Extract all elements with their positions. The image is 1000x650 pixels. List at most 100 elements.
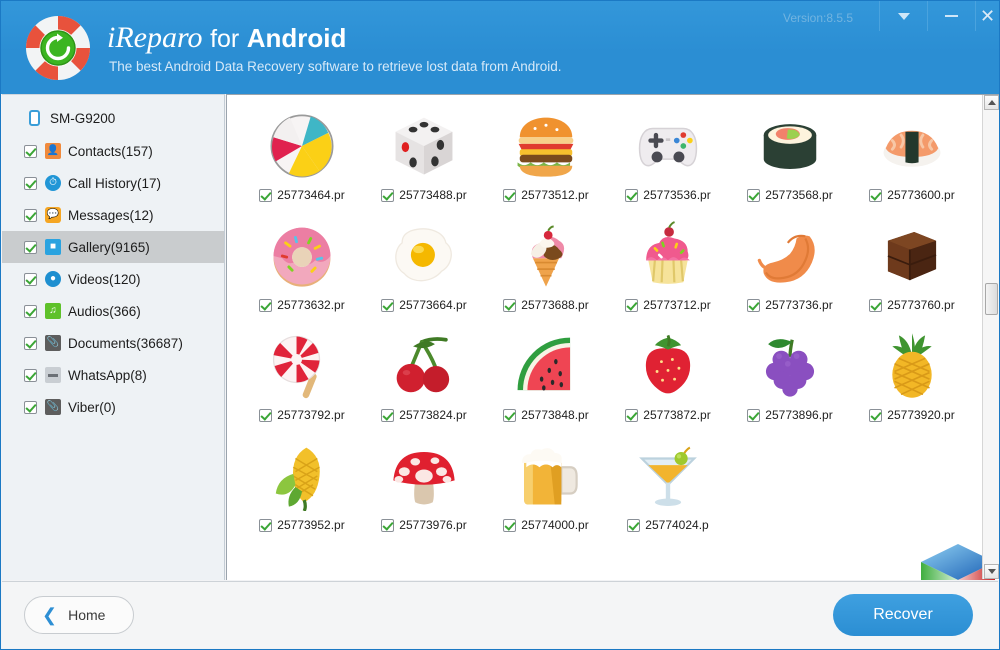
file-cell[interactable]: 25773512.pr <box>485 103 607 213</box>
video-icon: ● <box>45 271 61 287</box>
file-cell[interactable]: 25773976.pr <box>363 433 485 543</box>
watermelon-icon[interactable] <box>508 328 584 404</box>
file-checkbox[interactable] <box>503 518 517 532</box>
recover-button[interactable]: Recover <box>833 594 973 636</box>
file-checkbox[interactable] <box>869 188 883 202</box>
cocktail-icon[interactable] <box>630 438 706 514</box>
file-checkbox[interactable] <box>503 298 517 312</box>
file-cell[interactable]: 25773600.pr <box>851 103 973 213</box>
file-checkbox[interactable] <box>503 188 517 202</box>
dice-icon[interactable] <box>386 108 462 184</box>
file-checkbox[interactable] <box>627 518 641 532</box>
file-checkbox[interactable] <box>625 188 639 202</box>
file-cell[interactable]: 25773736.pr <box>729 213 851 323</box>
cherries-icon[interactable] <box>386 328 462 404</box>
vertical-scrollbar[interactable] <box>982 95 999 579</box>
file-cell[interactable]: 25773920.pr <box>851 323 973 433</box>
sidebar-item-device[interactable]: SM-G9200 <box>2 101 224 135</box>
checkbox-viber[interactable] <box>24 400 37 414</box>
file-name-label: 25774000.pr <box>521 518 589 532</box>
hamburger-icon[interactable] <box>508 108 584 184</box>
sidebar-item-audios[interactable]: ♫ Audios(366) <box>2 295 224 327</box>
sidebar-item-whatsapp[interactable]: ▬ WhatsApp(8) <box>2 359 224 391</box>
pineapple-icon[interactable] <box>874 328 950 404</box>
file-checkbox[interactable] <box>747 298 761 312</box>
sidebar-item-gallery[interactable]: ■ Gallery(9165) <box>2 231 224 263</box>
file-cell[interactable]: 25773488.pr <box>363 103 485 213</box>
chevron-down-icon[interactable] <box>879 1 927 31</box>
sushi-nigiri-icon[interactable] <box>874 108 950 184</box>
cupcake-icon[interactable] <box>630 218 706 294</box>
file-checkbox[interactable] <box>625 298 639 312</box>
file-cell[interactable]: 25773872.pr <box>607 323 729 433</box>
checkbox-messages[interactable] <box>24 208 37 222</box>
shrimp-icon[interactable] <box>752 218 828 294</box>
checkbox-videos[interactable] <box>24 272 37 286</box>
sidebar-item-call-history[interactable]: ⏱ Call History(17) <box>2 167 224 199</box>
checkbox-documents[interactable] <box>24 336 37 350</box>
file-checkbox[interactable] <box>381 298 395 312</box>
home-button[interactable]: ❮ Home <box>24 596 134 634</box>
file-cell[interactable]: 25774024.p <box>607 433 729 543</box>
file-checkbox[interactable] <box>381 188 395 202</box>
donut-icon[interactable] <box>264 218 340 294</box>
file-checkbox[interactable] <box>381 408 395 422</box>
beach-ball-icon[interactable] <box>264 108 340 184</box>
mushroom-icon[interactable] <box>386 438 462 514</box>
sidebar-item-contacts[interactable]: 👤 Contacts(157) <box>2 135 224 167</box>
sidebar-item-viber[interactable]: 📎 Viber(0) <box>2 391 224 423</box>
file-checkbox[interactable] <box>381 518 395 532</box>
file-name-label: 25773632.pr <box>277 298 345 312</box>
file-cell[interactable]: 25773536.pr <box>607 103 729 213</box>
file-checkbox[interactable] <box>259 188 273 202</box>
file-checkbox[interactable] <box>747 408 761 422</box>
close-icon[interactable]: ✕ <box>975 1 999 31</box>
file-cell[interactable]: 25773824.pr <box>363 323 485 433</box>
file-cell[interactable]: 25773952.pr <box>241 433 363 543</box>
checkbox-contacts[interactable] <box>24 144 37 158</box>
checkbox-whatsapp[interactable] <box>24 368 37 382</box>
sidebar-item-documents[interactable]: 📎 Documents(36687) <box>2 327 224 359</box>
file-checkbox[interactable] <box>869 298 883 312</box>
file-checkbox[interactable] <box>259 298 273 312</box>
file-checkbox[interactable] <box>503 408 517 422</box>
scrollbar-thumb[interactable] <box>985 283 998 315</box>
file-cell[interactable]: 25773688.pr <box>485 213 607 323</box>
fried-egg-icon[interactable] <box>386 218 462 294</box>
checkbox-audios[interactable] <box>24 304 37 318</box>
sidebar-item-messages[interactable]: 💬 Messages(12) <box>2 199 224 231</box>
file-cell[interactable]: 25773712.pr <box>607 213 729 323</box>
file-checkbox[interactable] <box>747 188 761 202</box>
chocolate-icon[interactable] <box>874 218 950 294</box>
corn-icon[interactable] <box>264 438 340 514</box>
file-checkbox[interactable] <box>869 408 883 422</box>
file-cell[interactable]: 25773464.pr <box>241 103 363 213</box>
file-cell[interactable]: 25773896.pr <box>729 323 851 433</box>
sushi-roll-icon[interactable] <box>752 108 828 184</box>
minimize-icon[interactable] <box>927 1 975 31</box>
file-checkbox[interactable] <box>259 408 273 422</box>
grapes-icon[interactable] <box>752 328 828 404</box>
file-checkbox[interactable] <box>625 408 639 422</box>
sidebar-item-label: Messages(12) <box>68 207 154 223</box>
gamepad-icon[interactable] <box>630 108 706 184</box>
file-cell[interactable]: 25773568.pr <box>729 103 851 213</box>
scroll-down-arrow-icon[interactable] <box>984 564 999 579</box>
checkbox-call-history[interactable] <box>24 176 37 190</box>
file-cell[interactable]: 25773632.pr <box>241 213 363 323</box>
ice-cream-icon[interactable] <box>508 218 584 294</box>
beer-mug-icon[interactable] <box>508 438 584 514</box>
phone-icon <box>29 110 40 126</box>
file-cell[interactable]: 25773760.pr <box>851 213 973 323</box>
strawberry-icon[interactable] <box>630 328 706 404</box>
file-cell[interactable]: 25773792.pr <box>241 323 363 433</box>
sidebar-item-videos[interactable]: ● Videos(120) <box>2 263 224 295</box>
file-cell[interactable]: 25773664.pr <box>363 213 485 323</box>
lollipop-icon[interactable] <box>264 328 340 404</box>
file-cell[interactable]: 25774000.pr <box>485 433 607 543</box>
checkbox-gallery[interactable] <box>24 240 37 254</box>
file-checkbox[interactable] <box>259 518 273 532</box>
scroll-up-arrow-icon[interactable] <box>984 95 999 110</box>
footer-bar: ❮ Home Recover <box>2 581 998 648</box>
file-cell[interactable]: 25773848.pr <box>485 323 607 433</box>
